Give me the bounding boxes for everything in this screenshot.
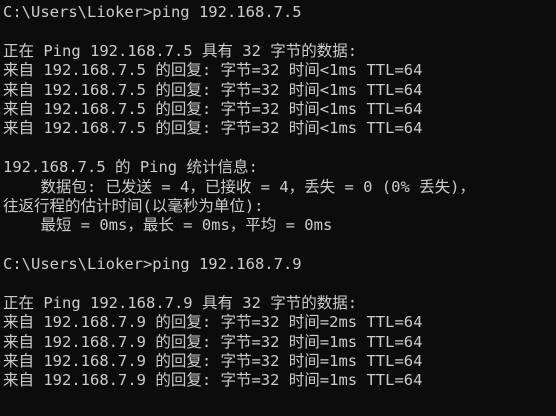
packets-statistics-line: 数据包: 已发送 = 4，已接收 = 4，丢失 = 0 (0% 丢失)， xyxy=(3,177,475,196)
statistics-header-line: 192.168.7.5 的 Ping 统计信息: xyxy=(3,158,258,177)
prompt-line: C:\Users\Lioker>ping 192.168.7.9 xyxy=(3,255,302,274)
ping-header-line: 正在 Ping 192.168.7.5 具有 32 字节的数据: xyxy=(3,41,358,60)
reply-line: 来自 192.168.7.9 的回复: 字节=32 时间=2ms TTL=64 xyxy=(3,313,423,332)
rtt-statistics-line: 最短 = 0ms，最长 = 0ms，平均 = 0ms xyxy=(3,216,333,235)
reply-line: 来自 192.168.7.9 的回复: 字节=32 时间=1ms TTL=64 xyxy=(3,352,423,371)
rtt-header-line: 往返行程的估计时间(以毫秒为单位): xyxy=(3,196,264,215)
reply-line: 来自 192.168.7.9 的回复: 字节=32 时间=1ms TTL=64 xyxy=(3,371,423,390)
reply-line: 来自 192.168.7.9 的回复: 字节=32 时间=1ms TTL=64 xyxy=(3,332,423,351)
reply-line: 来自 192.168.7.5 的回复: 字节=32 时间<1ms TTL=64 xyxy=(3,80,423,99)
reply-line: 来自 192.168.7.5 的回复: 字节=32 时间<1ms TTL=64 xyxy=(3,99,423,118)
console-output[interactable]: C:\Users\Lioker>ping 192.168.7.5 正在 Ping… xyxy=(0,0,556,416)
ping-header-line: 正在 Ping 192.168.7.9 具有 32 字节的数据: xyxy=(3,293,358,312)
prompt-line: C:\Users\Lioker>ping 192.168.7.5 xyxy=(3,3,302,21)
reply-line: 来自 192.168.7.5 的回复: 字节=32 时间<1ms TTL=64 xyxy=(3,119,423,138)
reply-line: 来自 192.168.7.5 的回复: 字节=32 时间<1ms TTL=64 xyxy=(3,61,423,80)
